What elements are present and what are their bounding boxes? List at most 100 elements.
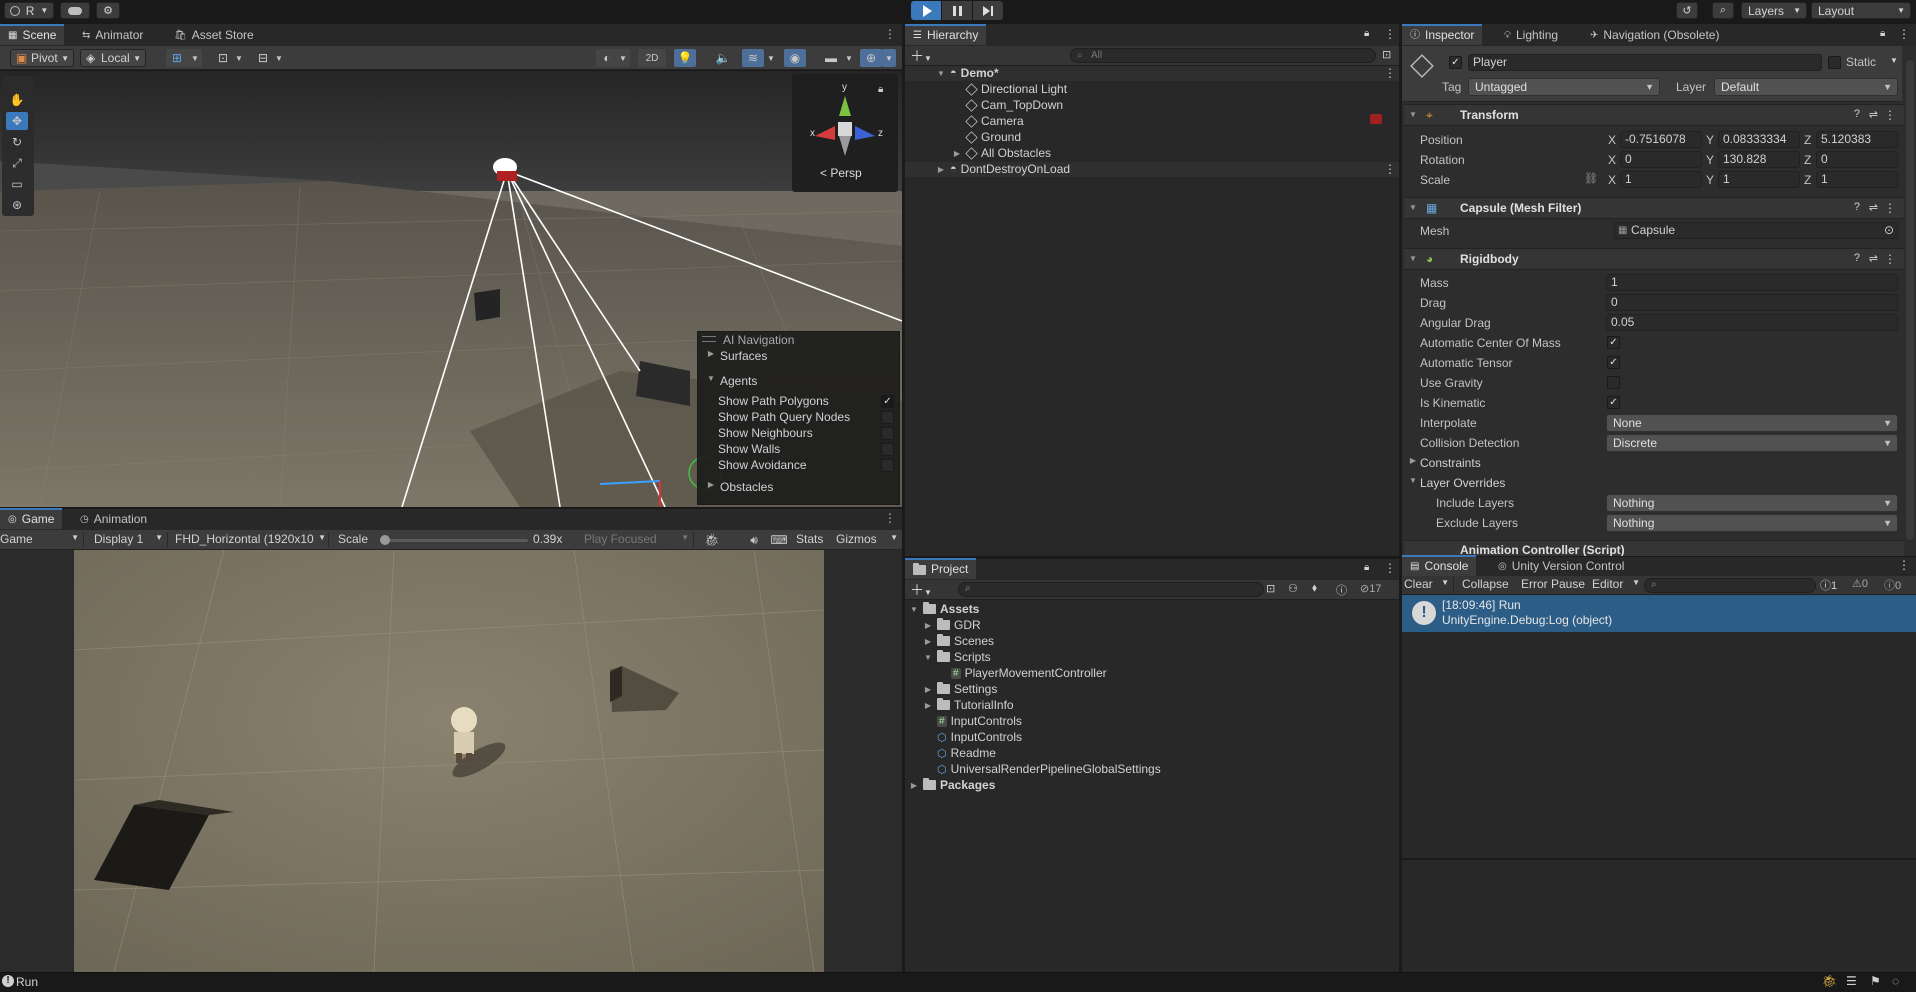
agent-option-0[interactable]: Show Path Polygons ✓ [718,394,894,408]
preset-icon[interactable]: ⇌ [1869,252,1878,265]
effects-button[interactable]: ≋ [742,49,764,67]
stats-button[interactable]: Stats [796,532,823,546]
show-neighbours-checkbox[interactable] [881,427,894,440]
tab-game[interactable]: ◎ Game [0,508,63,529]
error-pause-button[interactable]: Error Pause [1521,577,1585,591]
object-picker-icon[interactable]: ⊙ [1884,223,1894,238]
error-count-toggle[interactable]: ⓘ0 [1884,577,1901,593]
foldout-arrow-icon[interactable]: ▶ [923,637,933,646]
inspector-scrollbar[interactable] [1906,60,1914,540]
gizmos-button[interactable]: ⊕ [860,49,882,67]
play-focused-dropdown[interactable]: Play Focused ▼ [584,532,694,548]
constraints-foldout[interactable]: ▶ Constraints [1408,456,1481,470]
hidden-packages-toggle[interactable]: ⊘17 [1360,582,1381,595]
scene-row-more-icon[interactable]: ⋮ [1384,66,1396,80]
project-item[interactable]: ▼ Assets [909,602,979,616]
layer-overrides-foldout[interactable]: ▼ Layer Overrides [1408,476,1505,490]
increment-snap-button[interactable]: ⊡ [212,49,234,67]
tab-inspector[interactable]: ⓘ Inspector [1402,24,1483,45]
help-icon[interactable]: ? [1854,108,1860,120]
lock-icon[interactable]: 🔒︎ [878,84,883,95]
project-create-button[interactable]: ＋▼ [910,580,932,600]
layer-dropdown[interactable]: Default ▼ [1714,78,1898,96]
object-name-field[interactable]: Player [1468,54,1822,71]
hierarchy-item[interactable]: Cam_TopDown [965,98,1063,112]
console-search[interactable]: ⌕ [1644,578,1816,593]
scale-y-field[interactable]: 1 [1718,171,1800,188]
hierarchy-item[interactable]: Directional Light [965,82,1067,96]
mesh-object-field[interactable]: ▦ Capsule ⊙ [1614,222,1898,239]
position-y-field[interactable]: 0.08333334 [1718,131,1800,148]
search-options-icon[interactable]: ⊡ [1382,48,1391,61]
component-more-icon[interactable]: ⋮ [1884,252,1896,266]
editor-dropdown[interactable]: Editor ▼ [1592,577,1640,591]
static-checkbox[interactable] [1828,56,1841,69]
project-item[interactable]: # PlayerMovementController [937,666,1107,680]
active-checkbox[interactable]: ✓ [1449,56,1462,69]
use-gravity-checkbox[interactable] [1607,376,1620,389]
pivot-dropdown[interactable]: ▣ Pivot ▼ [10,49,74,67]
agents-foldout[interactable]: ▼ Agents [706,374,757,388]
game-viewport[interactable] [74,550,824,972]
hierarchy-item[interactable]: ▶ All Obstacles [952,146,1051,160]
console-more-icon[interactable]: ⋮ [1898,558,1910,572]
draw-mode-dropdown[interactable]: ▼ [616,49,630,67]
automatic-center-of-mass-checkbox[interactable]: ✓ [1607,336,1620,349]
show-path-polygons-checkbox[interactable]: ✓ [881,395,894,408]
foldout-arrow-icon[interactable]: ▶ [923,621,933,630]
effects-dropdown[interactable]: ▼ [764,49,778,67]
scene-root-item[interactable]: ▼ ◓ Demo* [936,66,999,80]
exclude-layers-dropdown[interactable]: Nothing ▼ [1606,514,1898,532]
game-mode-dropdown[interactable]: Game ▼ [0,532,84,548]
show-avoidance-checkbox[interactable] [881,459,894,472]
scene-more-icon[interactable]: ⋮ [884,27,896,41]
camera-dropdown[interactable]: ▼ [842,49,856,67]
show-walls-checkbox[interactable] [881,443,894,456]
step-button[interactable] [973,1,1003,20]
mass-field[interactable]: 1 [1606,274,1898,291]
foldout-arrow-icon[interactable]: ▼ [909,605,919,614]
local-dropdown[interactable]: ◈ Local ▼ [80,49,146,67]
mesh-filter-header[interactable]: ▼ ▦ Capsule (Mesh Filter) ? ⇌ ⋮ [1404,197,1904,219]
include-layers-dropdown[interactable]: Nothing ▼ [1606,494,1898,512]
display-dropdown[interactable]: Display 1 ▼ [94,532,168,548]
filter-type-icon[interactable]: ⚇ [1288,582,1298,595]
rotation-y-field[interactable]: 130.828 [1718,151,1800,168]
transform-header[interactable]: ▼ ⌖ Transform ? ⇌ ⋮ [1404,104,1904,126]
scale-z-field[interactable]: 1 [1816,171,1898,188]
rigidbody-header[interactable]: ▼ ◕ Rigidbody ? ⇌ ⋮ [1404,248,1904,270]
component-more-icon[interactable]: ⋮ [1884,108,1896,122]
preset-icon[interactable]: ⇌ [1869,108,1878,121]
status-message[interactable]: Run [16,975,38,989]
tab-animation[interactable]: ◷ Animation [72,510,155,529]
rotate-tool-button[interactable]: ↻ [6,133,28,151]
foldout-arrow-icon[interactable]: ▼ [923,653,933,662]
clear-dropdown[interactable]: Clear ▼ [1404,577,1454,594]
increment-snap-dropdown[interactable]: ▼ [232,49,246,67]
project-item[interactable]: ⬡ InputControls [923,730,1022,744]
filter-label-icon[interactable]: ⬧ [1312,582,1317,595]
interpolate-dropdown[interactable]: None ▼ [1606,414,1898,432]
project-item[interactable]: ▶ TutorialInfo [923,698,1014,712]
game-more-icon[interactable]: ⋮ [884,511,896,525]
project-search[interactable]: ⌕ [958,582,1264,597]
grid-snap-button[interactable]: ⊞ [166,49,188,67]
foldout-arrow-icon[interactable]: ▶ [923,685,933,694]
scale-slider-thumb[interactable] [380,535,390,545]
play-button[interactable] [911,1,941,20]
camera-button[interactable]: ▬ [820,49,842,67]
graphics-icon[interactable]: ⚑ [1870,974,1881,988]
agent-option-1[interactable]: Show Path Query Nodes [718,410,894,424]
position-x-field[interactable]: -0.7516078 [1620,131,1702,148]
bug-report-icon[interactable]: 🐞︎ [1822,974,1837,988]
lighting-toggle-button[interactable]: 💡 [674,49,696,67]
snap-settings-button[interactable]: ⊟ [252,49,274,67]
transform-tool-button[interactable]: ⊛ [6,196,28,214]
tag-dropdown[interactable]: Untagged ▼ [1468,78,1660,96]
static-dropdown-icon[interactable]: ▼ [1890,56,1898,65]
log-count-toggle[interactable]: ⓘ1 [1820,577,1837,593]
draw-mode-button[interactable]: ◐ [596,49,618,67]
project-item[interactable]: ▶ Scenes [923,634,994,648]
project-item[interactable]: ⬡ UniversalRenderPipelineGlobalSettings [923,762,1161,776]
project-item[interactable]: ▶ GDR [923,618,981,632]
